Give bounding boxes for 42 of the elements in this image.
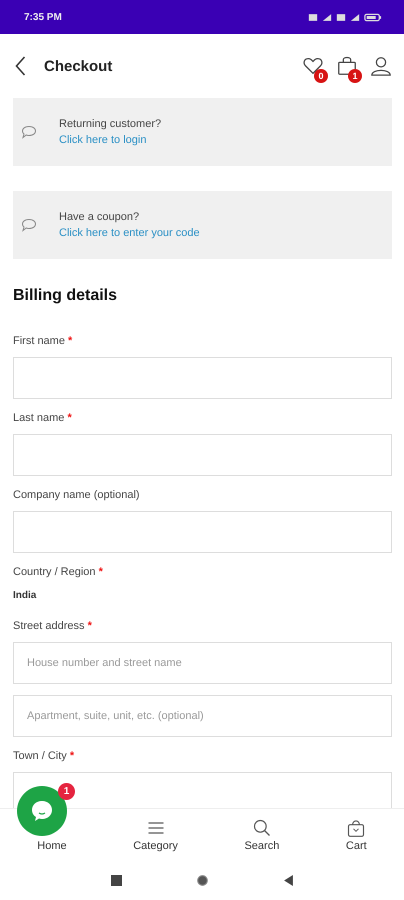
chat-button[interactable] xyxy=(17,786,67,836)
signal-icon xyxy=(350,12,360,22)
field-label: Country / Region * xyxy=(13,565,104,580)
search-icon xyxy=(252,818,272,838)
field-label: Last name * xyxy=(13,411,73,426)
nav-item[interactable]: Home xyxy=(37,840,67,852)
notice-text: Returning customer? xyxy=(59,118,162,130)
back-button[interactable] xyxy=(282,874,294,886)
section-heading: Billing details xyxy=(13,286,118,306)
bag-icon xyxy=(346,818,366,838)
field-value: India xyxy=(13,589,38,603)
speech-bubble-icon xyxy=(21,125,37,139)
sim-icon xyxy=(308,12,318,22)
nav-item[interactable]: Cart xyxy=(346,818,367,852)
home-button[interactable] xyxy=(196,874,208,886)
nav-item[interactable]: Search xyxy=(244,818,280,852)
field-label: First name * xyxy=(13,334,74,349)
signal-icon xyxy=(322,12,332,22)
field-label: Street address * xyxy=(13,619,93,634)
chat-bubble-icon xyxy=(30,799,54,823)
input-field[interactable]: Apartment, suite, unit, etc. (optional) xyxy=(13,695,392,737)
status-time: 7:35 PM xyxy=(24,12,62,22)
input-field[interactable] xyxy=(13,434,392,476)
user-icon[interactable] xyxy=(370,55,392,77)
battery-icon xyxy=(364,12,382,22)
bag-icon[interactable] xyxy=(336,55,358,77)
speech-bubble-icon xyxy=(21,218,37,232)
input-field[interactable] xyxy=(13,772,392,808)
input-field[interactable] xyxy=(13,511,392,553)
count-badge: 0 xyxy=(314,69,328,83)
nav-item[interactable]: Category xyxy=(133,818,178,852)
input-field[interactable] xyxy=(13,357,392,399)
page-title: Checkout xyxy=(44,58,114,74)
back-icon[interactable] xyxy=(14,56,27,76)
sim-icon xyxy=(336,12,346,22)
count-badge: 1 xyxy=(348,69,362,83)
recents-button[interactable] xyxy=(110,874,122,886)
notice-text: Have a coupon? xyxy=(59,211,140,223)
field-label: Town / City * xyxy=(13,749,76,764)
heart-icon[interactable] xyxy=(302,55,324,77)
input-field[interactable]: House number and street name xyxy=(13,642,392,684)
field-label: Company name (optional) xyxy=(13,488,141,503)
